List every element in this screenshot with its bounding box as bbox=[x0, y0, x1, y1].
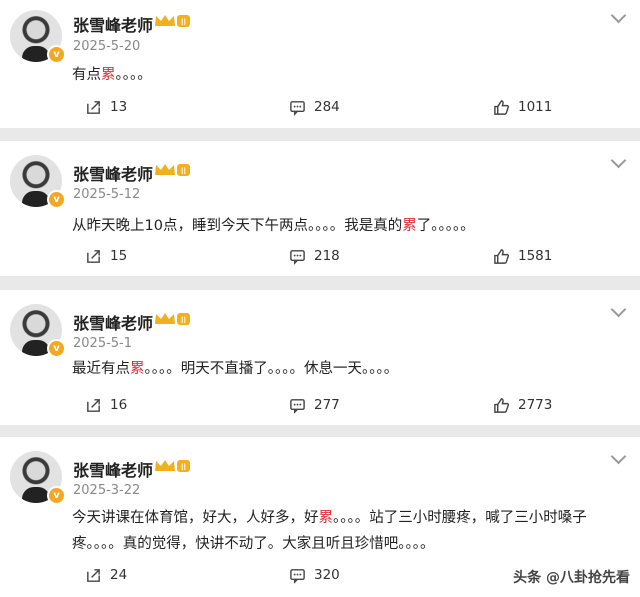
like-icon bbox=[494, 99, 510, 115]
repost-icon bbox=[87, 398, 100, 412]
post-text: 今天讲课在体育馆，好大，人好多，好累。。。。站了三小时腰疼，喊了三小时嗓子疼。。… bbox=[72, 510, 587, 552]
post-date: 2025-5-20 bbox=[73, 39, 141, 54]
post-text: 最近有点累。。。。明天不直播了。。。。休息一天。。。。 bbox=[72, 361, 399, 377]
post-date: 2025-5-12 bbox=[73, 187, 141, 202]
crown-icon: II bbox=[155, 460, 190, 473]
post-text: 有点累。。。。 bbox=[72, 67, 152, 83]
repost-button[interactable]: 13 bbox=[85, 92, 127, 122]
crown-icon: II bbox=[155, 313, 190, 326]
svg-text:II: II bbox=[181, 316, 186, 326]
post-2: v 张雪峰老师 II 2025-5-12 从昨天晚上10点，睡到今天下午两点。。… bbox=[0, 141, 640, 276]
chevron-down-icon[interactable] bbox=[610, 301, 627, 318]
like-button[interactable]: 2773 bbox=[493, 390, 552, 420]
comment-icon bbox=[290, 249, 305, 265]
svg-text:II: II bbox=[181, 463, 186, 473]
post-actions: 16 277 2773 bbox=[0, 390, 640, 420]
like-icon bbox=[494, 248, 510, 264]
comment-icon bbox=[290, 398, 305, 414]
post-text: 从昨天晚上10点，睡到今天下午两点。。。。我是真的累了。。。。。 bbox=[72, 218, 475, 234]
author-name[interactable]: 张雪峰老师 bbox=[73, 457, 153, 481]
like-button[interactable]: 1581 bbox=[493, 241, 552, 271]
post-date: 2025-3-22 bbox=[73, 483, 141, 498]
author-name[interactable]: 张雪峰老师 bbox=[73, 12, 153, 36]
verified-badge: v bbox=[47, 486, 66, 505]
comment-button[interactable]: 320 bbox=[289, 560, 340, 590]
repost-button[interactable]: 24 bbox=[85, 560, 127, 590]
post-date: 2025-5-1 bbox=[73, 336, 133, 351]
svg-text:II: II bbox=[181, 167, 186, 177]
repost-button[interactable]: 16 bbox=[85, 390, 127, 420]
chevron-down-icon[interactable] bbox=[610, 448, 627, 465]
verified-badge: v bbox=[47, 190, 66, 209]
post-3: v 张雪峰老师 II 2025-5-1 最近有点累。。。。明天不直播了。。。。休… bbox=[0, 290, 640, 425]
repost-icon bbox=[87, 249, 100, 263]
repost-icon bbox=[87, 100, 100, 114]
comment-button[interactable]: 218 bbox=[289, 241, 340, 271]
post-actions: 15 218 1581 bbox=[0, 241, 640, 271]
verified-badge: v bbox=[47, 339, 66, 358]
repost-icon bbox=[87, 568, 100, 582]
comment-icon bbox=[290, 568, 305, 584]
author-name[interactable]: 张雪峰老师 bbox=[73, 310, 153, 334]
like-icon bbox=[494, 397, 510, 413]
repost-button[interactable]: 15 bbox=[85, 241, 127, 271]
author-name[interactable]: 张雪峰老师 bbox=[73, 161, 153, 185]
like-button[interactable]: 1011 bbox=[493, 92, 552, 122]
post-1: v 张雪峰老师 II 2025-5-20 有点累。。。。 13 284 1011 bbox=[0, 0, 640, 128]
watermark: 头条 @八卦抢先看 bbox=[513, 570, 630, 586]
post-actions: 13 284 1011 bbox=[0, 92, 640, 122]
crown-icon: II bbox=[155, 164, 190, 177]
comment-button[interactable]: 284 bbox=[289, 92, 340, 122]
comment-icon bbox=[290, 100, 305, 116]
chevron-down-icon[interactable] bbox=[610, 152, 627, 169]
chevron-down-icon[interactable] bbox=[610, 7, 627, 24]
crown-icon: II bbox=[155, 15, 190, 28]
verified-badge: v bbox=[47, 45, 66, 64]
svg-text:II: II bbox=[181, 18, 186, 28]
comment-button[interactable]: 277 bbox=[289, 390, 340, 420]
